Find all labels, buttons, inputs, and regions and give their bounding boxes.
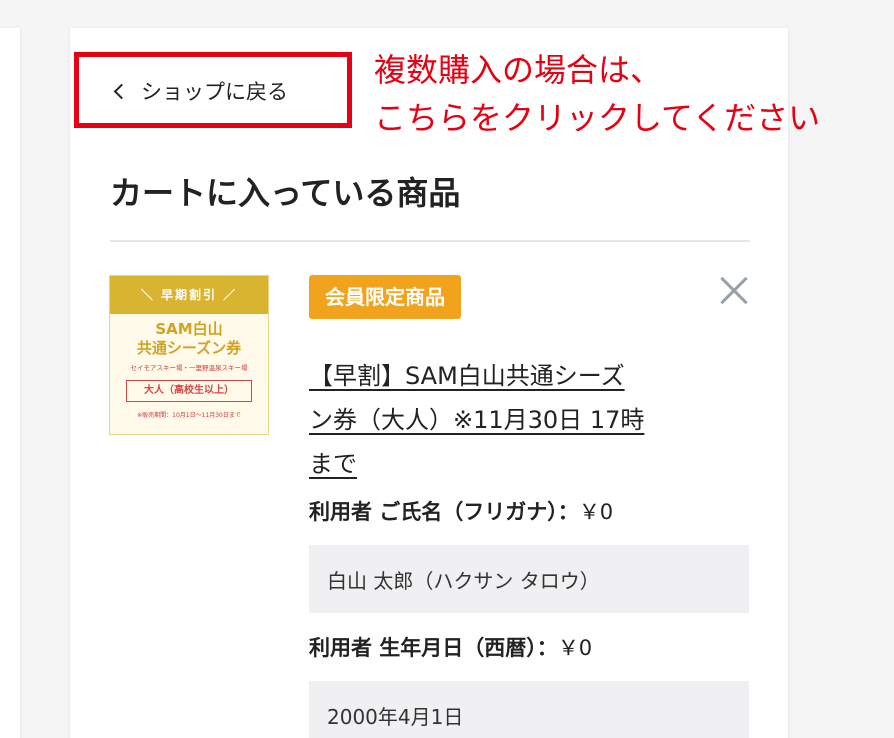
close-icon[interactable] bbox=[712, 270, 754, 312]
divider bbox=[110, 240, 750, 242]
thumbnail-title-line-1: SAM白山 bbox=[155, 320, 223, 338]
back-to-shop-link[interactable]: ショップに戻る bbox=[112, 76, 288, 106]
product-name-line-1: 【早割】SAM白山共通シーズ bbox=[309, 362, 625, 390]
cart-title: カートに入っている商品 bbox=[110, 174, 461, 212]
product-thumbnail[interactable]: ＼ 早期割引 ／ SAM白山 共通シーズン券 セイモアスキー場・一里野温泉スキー… bbox=[109, 275, 269, 435]
thumbnail-badge: 大人（高校生以上） bbox=[126, 380, 252, 402]
product-name-line-3: まで bbox=[309, 450, 357, 478]
annotation-line-2: こちらをクリックしてください bbox=[374, 99, 821, 137]
thumbnail-title: SAM白山 共通シーズン券 bbox=[110, 320, 268, 358]
furigana-name-label-text: 利用者 ご氏名（フリガナ）： bbox=[309, 500, 579, 524]
member-only-badge: 会員限定商品 bbox=[309, 275, 461, 319]
left-panel bbox=[0, 28, 20, 738]
furigana-name-price: ￥0 bbox=[578, 500, 614, 524]
thumbnail-title-line-2: 共通シーズン券 bbox=[136, 339, 242, 357]
birthdate-price: ￥0 bbox=[557, 636, 593, 660]
birthdate-label: 利用者 生年月日（西暦）：￥0 bbox=[309, 632, 592, 662]
instruction-annotation: 複数購入の場合は、 こちらをクリックしてください bbox=[374, 46, 820, 142]
thumbnail-note: ※販売期間：10月1日〜11月30日まで bbox=[137, 412, 241, 419]
furigana-name-field[interactable] bbox=[309, 545, 749, 613]
thumbnail-subtitle: セイモアスキー場・一里野温泉スキー場 bbox=[130, 364, 248, 372]
chevron-left-icon bbox=[113, 83, 130, 99]
birthdate-label-text: 利用者 生年月日（西暦）： bbox=[309, 636, 558, 660]
product-name-link[interactable]: 【早割】SAM白山共通シーズ ン券（大人）※11月30日 17時 まで bbox=[309, 354, 689, 486]
birthdate-field[interactable] bbox=[309, 681, 749, 738]
back-to-shop-label: ショップに戻る bbox=[141, 80, 288, 104]
furigana-name-label: 利用者 ご氏名（フリガナ）：￥0 bbox=[309, 496, 613, 526]
thumbnail-header: ＼ 早期割引 ／ bbox=[110, 276, 268, 314]
product-name-line-2: ン券（大人）※11月30日 17時 bbox=[309, 406, 645, 434]
annotation-line-1: 複数購入の場合は、 bbox=[374, 51, 663, 89]
